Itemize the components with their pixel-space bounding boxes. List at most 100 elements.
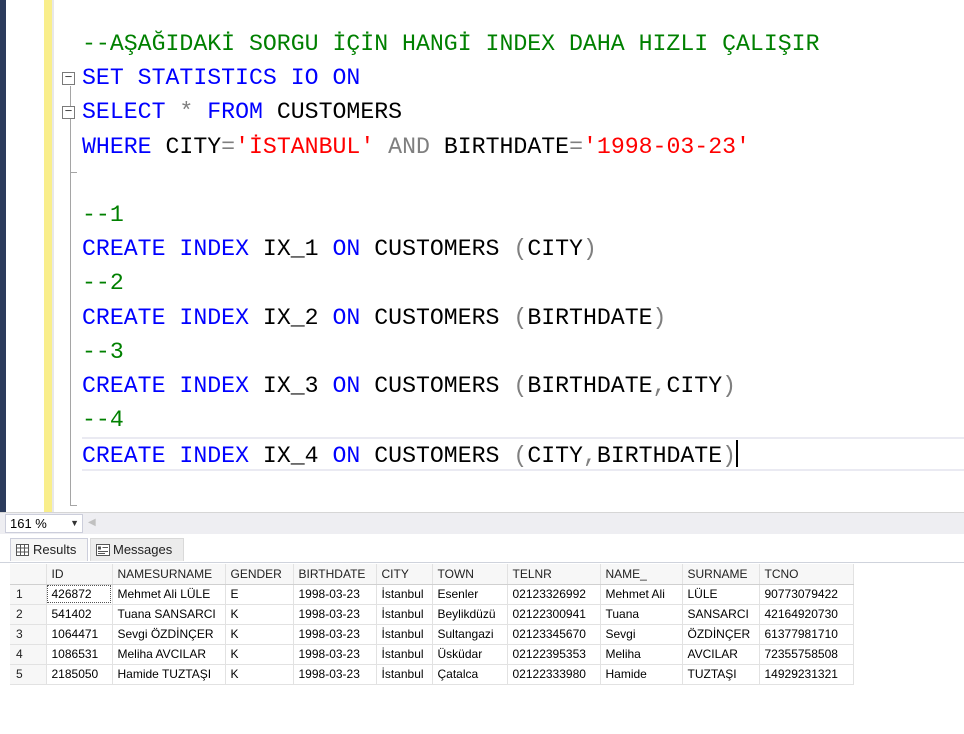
grid-cell[interactable]: 61377981710 (759, 624, 854, 645)
grid-cell[interactable]: K (225, 664, 294, 685)
grid-cell[interactable]: K (225, 644, 294, 665)
column-header[interactable]: NAMESURNAME (112, 564, 226, 585)
grid-cell[interactable]: 14929231321 (759, 664, 854, 685)
grid-cell[interactable]: Sevgi (600, 624, 683, 645)
outline-fold-line (70, 86, 71, 506)
grid-cell[interactable]: ÖZDİNÇER (682, 624, 760, 645)
column-header[interactable]: NAME_ (600, 564, 683, 585)
collapse-region-icon[interactable]: − (62, 71, 75, 85)
grid-cell[interactable]: 42164920730 (759, 604, 854, 625)
grid-cell[interactable]: 02122395353 (507, 644, 601, 665)
column-header[interactable]: GENDER (225, 564, 294, 585)
code-token: CUSTOMERS (374, 372, 514, 399)
grid-cell[interactable]: Sevgi ÖZDİNÇER (112, 624, 226, 645)
grid-cell[interactable]: Tuana (600, 604, 683, 625)
row-number[interactable]: 1 (10, 584, 47, 605)
grid-cell[interactable]: İstanbul (376, 624, 433, 645)
grid-cell[interactable]: LÜLE (682, 584, 760, 605)
chevron-down-icon[interactable]: ▼ (70, 515, 79, 532)
code-line[interactable]: CREATE INDEX IX_3 ON CUSTOMERS (BIRTHDAT… (82, 369, 964, 403)
grid-cell[interactable]: 02123345670 (507, 624, 601, 645)
grid-cell[interactable]: 1998-03-23 (293, 604, 377, 625)
code-line[interactable]: SELECT * FROM CUSTOMERS (82, 95, 964, 129)
code-line[interactable]: SET STATISTICS IO ON (82, 61, 964, 95)
grid-cell[interactable]: TUZTAŞI (682, 664, 760, 685)
grid-cell[interactable]: Üsküdar (432, 644, 508, 665)
scroll-left-arrow-icon[interactable]: ◀ (88, 517, 96, 528)
code-line[interactable]: CREATE INDEX IX_1 ON CUSTOMERS (CITY) (82, 232, 964, 266)
outline-fold-end-tick (70, 172, 77, 173)
grid-cell[interactable]: 02122333980 (507, 664, 601, 685)
grid-cell[interactable]: 1086531 (46, 644, 113, 665)
grid-cell[interactable]: İstanbul (376, 644, 433, 665)
row-number[interactable]: 3 (10, 624, 47, 645)
grid-header-row: ID NAMESURNAME GENDER BIRTHDATE CITY TOWN TELN… (10, 564, 854, 585)
table-row[interactable]: 5 2185050 Hamide TUZTAŞI K 1998-03-23 İstanbu… (10, 664, 854, 685)
grid-cell[interactable]: Meliha (600, 644, 683, 665)
code-line[interactable]: CREATE INDEX IX_2 ON CUSTOMERS (BIRTHDAT… (82, 301, 964, 335)
row-number[interactable]: 5 (10, 664, 47, 685)
code-line[interactable]: CREATE INDEX IX_4 ON CUSTOMERS (CITY,BIR… (82, 437, 964, 472)
grid-cell[interactable]: Meliha AVCILAR (112, 644, 226, 665)
grid-cell[interactable]: 1998-03-23 (293, 644, 377, 665)
code-line[interactable]: --4 (82, 403, 964, 437)
grid-cell[interactable]: 1998-03-23 (293, 664, 377, 685)
grid-cell[interactable]: K (225, 604, 294, 625)
grid-cell[interactable]: 02122300941 (507, 604, 601, 625)
grid-corner-cell[interactable] (10, 564, 47, 585)
code-token: CITY (666, 372, 723, 399)
grid-cell[interactable]: Esenler (432, 584, 508, 605)
grid-cell[interactable]: Hamide (600, 664, 683, 685)
table-row[interactable]: 1 426872 Mehmet Ali LÜLE E 1998-03-23 İstanbu… (10, 584, 854, 605)
grid-cell[interactable]: 426872 (46, 584, 113, 605)
tab-messages[interactable]: Messages (90, 538, 184, 561)
code-line[interactable]: --1 (82, 198, 964, 232)
grid-cell[interactable]: İstanbul (376, 664, 433, 685)
code-line[interactable]: --3 (82, 335, 964, 369)
code-line[interactable]: --AŞAĞIDAKİ SORGU İÇİN HANGİ INDEX DAHA … (82, 27, 964, 61)
grid-cell[interactable]: 2185050 (46, 664, 113, 685)
table-row[interactable]: 2 541402 Tuana SANSARCI K 1998-03-23 İstanbul… (10, 604, 854, 625)
grid-cell[interactable]: İstanbul (376, 604, 433, 625)
grid-cell[interactable]: Beylikdüzü (432, 604, 508, 625)
code-line[interactable] (82, 164, 964, 198)
code-line[interactable]: WHERE CITY='İSTANBUL' AND BIRTHDATE='199… (82, 130, 964, 164)
code-token: , (652, 372, 667, 399)
tab-results[interactable]: Results (10, 538, 88, 561)
grid-cell[interactable]: 1064471 (46, 624, 113, 645)
grid-cell[interactable]: Çatalca (432, 664, 508, 685)
grid-cell[interactable]: 72355758508 (759, 644, 854, 665)
zoom-dropdown[interactable]: 161 % ▼ (5, 514, 83, 533)
collapse-region-icon[interactable]: − (62, 105, 75, 119)
column-header[interactable]: BIRTHDATE (293, 564, 377, 585)
column-header[interactable]: ID (46, 564, 113, 585)
row-number[interactable]: 4 (10, 644, 47, 665)
grid-cell[interactable]: AVCILAR (682, 644, 760, 665)
grid-cell[interactable]: Tuana SANSARCI (112, 604, 226, 625)
row-number[interactable]: 2 (10, 604, 47, 625)
grid-cell[interactable]: K (225, 624, 294, 645)
column-header[interactable]: TCNO (759, 564, 854, 585)
code-token: INDEX (179, 304, 263, 331)
grid-cell[interactable]: SANSARCI (682, 604, 760, 625)
grid-cell[interactable]: Sultangazi (432, 624, 508, 645)
grid-cell[interactable]: 02123326992 (507, 584, 601, 605)
table-row[interactable]: 3 1064471 Sevgi ÖZDİNÇER K 1998-03-23 İstanbu… (10, 624, 854, 645)
grid-cell[interactable]: 1998-03-23 (293, 624, 377, 645)
grid-cell[interactable]: E (225, 584, 294, 605)
grid-cell[interactable]: 541402 (46, 604, 113, 625)
grid-cell[interactable]: İstanbul (376, 584, 433, 605)
sql-query-editor[interactable]: --AŞAĞIDAKİ SORGU İÇİN HANGİ INDEX DAHA … (82, 27, 964, 472)
code-token: BIRTHDATE (527, 304, 653, 331)
column-header[interactable]: CITY (376, 564, 433, 585)
table-row[interactable]: 4 1086531 Meliha AVCILAR K 1998-03-23 İstanbu… (10, 644, 854, 665)
column-header[interactable]: TELNR (507, 564, 601, 585)
grid-cell[interactable]: 90773079422 (759, 584, 854, 605)
grid-cell[interactable]: Mehmet Ali LÜLE (112, 584, 226, 605)
grid-cell[interactable]: Mehmet Ali (600, 584, 683, 605)
column-header[interactable]: TOWN (432, 564, 508, 585)
code-line[interactable]: --2 (82, 266, 964, 300)
grid-cell[interactable]: 1998-03-23 (293, 584, 377, 605)
grid-cell[interactable]: Hamide TUZTAŞI (112, 664, 226, 685)
column-header[interactable]: SURNAME (682, 564, 760, 585)
